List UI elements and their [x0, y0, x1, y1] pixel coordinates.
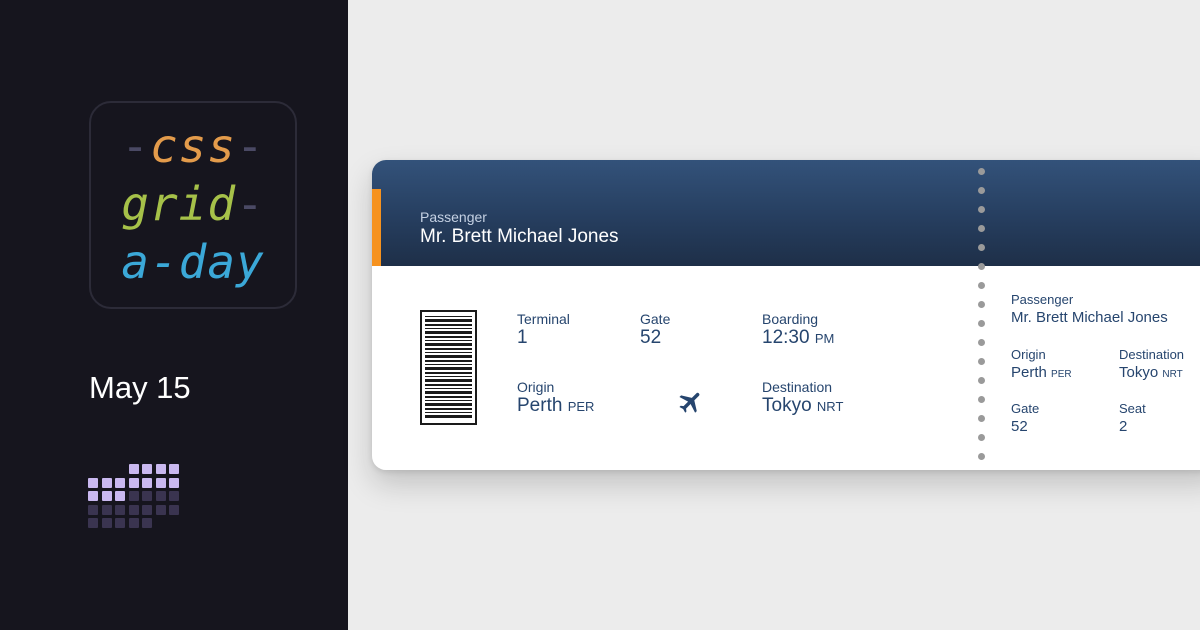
destination-code: NRT — [816, 399, 844, 414]
calendar-cell — [142, 464, 152, 474]
perforation-hole — [978, 206, 985, 213]
stub-origin-value: Perth PER — [1011, 364, 1072, 381]
stub-origin-city: Perth — [1011, 364, 1047, 381]
calendar-cell — [115, 491, 125, 501]
logo-word-a-day: a-day — [121, 235, 265, 289]
airplane-icon — [679, 392, 700, 413]
perforation-hole — [978, 434, 985, 441]
logo-dash: - — [236, 119, 265, 173]
calendar-cell — [88, 491, 98, 501]
calendar-cell — [88, 518, 98, 528]
perforation-hole — [978, 453, 985, 460]
calendar-cell — [169, 477, 179, 488]
stub-origin-label: Origin — [1011, 347, 1046, 362]
terminal-value: 1 — [517, 327, 528, 348]
perforation-hole — [978, 320, 985, 327]
destination-value: Tokyo NRT — [762, 395, 843, 417]
calendar-cell — [101, 491, 112, 501]
stub-destination-city: Tokyo — [1119, 364, 1159, 381]
calendar-cell — [115, 504, 125, 515]
calendar-cell — [88, 504, 98, 515]
stub-origin-code: PER — [1051, 369, 1072, 380]
destination-label: Destination — [762, 379, 833, 395]
origin-label: Origin — [517, 379, 555, 395]
calendar-cell — [155, 477, 166, 488]
stub-gate-label: Gate — [1011, 401, 1040, 416]
calendar-cell — [155, 491, 166, 501]
logo-dash: - — [121, 119, 150, 173]
stub-destination-code: NRT — [1162, 369, 1183, 380]
calendar-cell — [101, 504, 112, 515]
boarding-ampm: PM — [814, 331, 835, 346]
stub-passenger-label: Passenger — [1011, 292, 1074, 307]
origin-code: PER — [567, 399, 595, 414]
stub-seat-label: Seat — [1119, 401, 1146, 416]
perforation-hole — [978, 377, 985, 384]
calendar-cell — [142, 504, 152, 515]
calendar-cell — [128, 518, 139, 528]
calendar-cell — [142, 518, 152, 528]
calendar-cell — [101, 518, 112, 528]
stub-gate-value: 52 — [1011, 418, 1028, 435]
stub-destination-value: Tokyo NRT — [1119, 364, 1183, 381]
calendar-cell — [88, 477, 98, 488]
gate-label: Gate — [640, 311, 671, 327]
ticket-header: Passenger Mr. Brett Michael Jones — [372, 160, 1200, 266]
calendar-cell — [128, 504, 139, 515]
logo-line-a-day: a-day — [91, 239, 295, 285]
logo-word-css: css — [149, 119, 237, 173]
stub-destination-label: Destination — [1119, 347, 1185, 362]
perforation-line — [975, 164, 987, 468]
perforation-hole — [978, 339, 985, 346]
boarding-pass: Passenger Mr. Brett Michael Jones Termin… — [372, 160, 1200, 470]
logo-dash: - — [236, 177, 265, 231]
logo-line-css: -css- — [91, 123, 295, 169]
perforation-hole — [978, 225, 985, 232]
barcode-icon — [420, 310, 477, 425]
calendar-cell — [115, 518, 125, 528]
stub-seat-value: 2 — [1119, 418, 1128, 435]
accent-bar — [372, 189, 381, 266]
logo-word-grid: grid — [121, 177, 237, 231]
terminal-label: Terminal — [517, 311, 570, 327]
perforation-hole — [978, 282, 985, 289]
gate-value: 52 — [640, 327, 662, 348]
boarding-time: 12:30 PM — [762, 327, 834, 349]
date-label: May 15 — [89, 370, 191, 405]
calendar-cell — [128, 477, 139, 488]
perforation-hole — [978, 168, 985, 175]
origin-city: Perth — [517, 395, 563, 416]
calendar-cell — [155, 504, 166, 515]
perforation-hole — [978, 263, 985, 270]
calendar-cell — [169, 464, 179, 474]
perforation-hole — [978, 301, 985, 308]
calendar-cell — [169, 504, 179, 515]
perforation-hole — [978, 244, 985, 251]
destination-city: Tokyo — [762, 395, 812, 416]
logo-line-grid: grid- — [91, 181, 295, 227]
header-passenger-name: Mr. Brett Michael Jones — [420, 226, 619, 247]
calendar-cell — [128, 464, 139, 474]
perforation-hole — [978, 396, 985, 403]
boarding-label: Boarding — [762, 311, 819, 327]
perforation-hole — [978, 415, 985, 422]
boarding-time-value: 12:30 — [762, 327, 810, 348]
perforation-hole — [978, 187, 985, 194]
header-passenger-label: Passenger — [420, 209, 487, 225]
calendar-cell — [142, 477, 152, 488]
calendar-cell — [155, 464, 166, 474]
calendar-grid-icon — [88, 464, 188, 534]
calendar-cell — [142, 491, 152, 501]
calendar-cell — [128, 491, 139, 501]
origin-value: Perth PER — [517, 395, 594, 417]
calendar-cell — [169, 491, 179, 501]
perforation-hole — [978, 358, 985, 365]
css-grid-a-day-logo: -css- grid- a-day — [89, 101, 297, 309]
calendar-cell — [115, 477, 125, 488]
brand-panel: -css- grid- a-day May 15 — [0, 0, 348, 630]
stub-passenger-name: Mr. Brett Michael Jones — [1011, 309, 1168, 326]
calendar-cell — [101, 477, 112, 488]
